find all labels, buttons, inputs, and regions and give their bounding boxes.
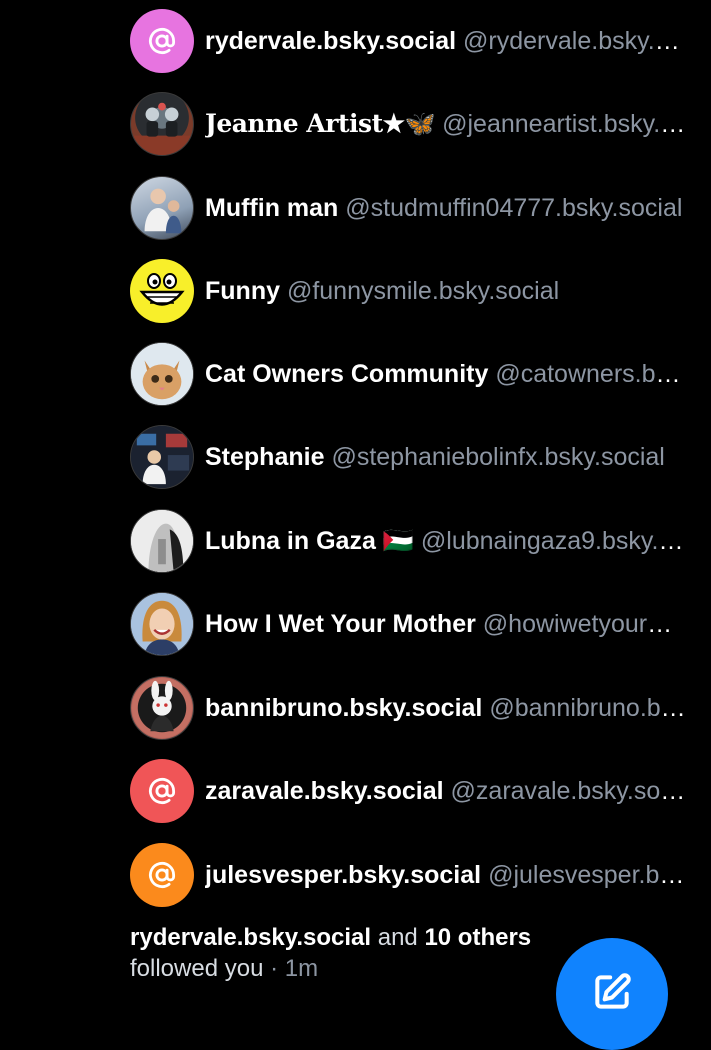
follower-names: Jeanne Artist★🦋 @jeanneartist.bsky.socia… <box>205 108 711 140</box>
display-name: julesvesper.bsky.social <box>205 861 482 889</box>
display-name: How I Wet Your Mother <box>205 610 476 638</box>
summary-time: 1m <box>284 955 319 982</box>
follower-names: Muffin man @studmuffin04777.bsky.social <box>205 192 711 224</box>
follower-row-stephaniebolinfx[interactable]: Stephanie @stephaniebolinfx.bsky.social <box>130 425 711 489</box>
person-photo-icon <box>131 510 193 572</box>
summary-action: followed you <box>130 955 264 982</box>
at-icon <box>148 778 176 804</box>
display-name: rydervale.bsky.social <box>205 27 457 55</box>
summary-joiner: and <box>371 924 425 951</box>
handle: @bannibruno.bsky.social <box>489 694 711 722</box>
avatar[interactable] <box>130 9 194 73</box>
at-icon <box>148 28 176 54</box>
figurines-photo-icon <box>131 102 193 155</box>
follower-row-funnysmile[interactable]: Funny @funnysmile.bsky.social <box>130 259 711 323</box>
handle: @howiwetyourmother.bsky.social <box>482 610 711 638</box>
avatar[interactable] <box>130 259 194 323</box>
follower-names: How I Wet Your Mother @howiwetyourmother… <box>205 608 711 640</box>
follower-row-catowners[interactable]: Cat Owners Community @catowners.bsky.soc… <box>130 342 711 406</box>
follower-names: Stephanie @stephaniebolinfx.bsky.social <box>205 441 711 473</box>
display-name: Stephanie <box>205 443 325 471</box>
follower-row-howiwet[interactable]: How I Wet Your Mother @howiwetyourmother… <box>130 592 711 656</box>
handle: @catowners.bsky.social <box>495 360 711 388</box>
avatar[interactable] <box>130 592 194 656</box>
follower-names: Cat Owners Community @catowners.bsky.soc… <box>205 358 711 390</box>
person-photo-icon <box>131 593 193 655</box>
handle: @studmuffin04777.bsky.social <box>345 194 683 222</box>
avatar[interactable] <box>130 176 194 240</box>
follower-row-bannibruno[interactable]: bannibruno.bsky.social @bannibruno.bsky.… <box>130 676 711 740</box>
avatar[interactable] <box>130 425 194 489</box>
summary-separator: · <box>263 955 285 982</box>
handle: @julesvesper.bsky.social <box>488 861 711 889</box>
handle: @zaravale.bsky.social <box>450 777 698 805</box>
follower-row-studmuffin[interactable]: Muffin man @studmuffin04777.bsky.social <box>130 176 711 240</box>
cat-photo-icon <box>131 343 193 405</box>
handle: @jeanneartist.bsky.social <box>442 110 711 138</box>
handle: @lubnaingaza9.bsky.social <box>420 527 711 555</box>
person-photo-icon <box>144 188 182 234</box>
avatar[interactable] <box>130 342 194 406</box>
summary-others[interactable]: 10 others <box>424 924 531 951</box>
display-name: Lubna in Gaza 🇵🇸 <box>205 527 414 555</box>
display-name: bannibruno.bsky.social <box>205 694 483 722</box>
follower-row-lubnaingaza[interactable]: Lubna in Gaza 🇵🇸 @lubnaingaza9.bsky.soci… <box>130 509 711 573</box>
follower-names: rydervale.bsky.social @rydervale.bsky.so… <box>205 25 711 57</box>
display-name: Jeanne Artist★🦋 <box>205 109 436 138</box>
follower-row-zaravale[interactable]: zaravale.bsky.social @zaravale.bsky.soci… <box>130 759 711 823</box>
avatar[interactable] <box>130 92 194 156</box>
handle: @rydervale.bsky.social <box>463 27 711 55</box>
summary-name[interactable]: rydervale.bsky.social <box>130 924 371 951</box>
follower-names: Funny @funnysmile.bsky.social <box>205 275 711 307</box>
avatar[interactable] <box>130 843 194 907</box>
avatar[interactable] <box>130 509 194 573</box>
handle: @funnysmile.bsky.social <box>286 277 560 305</box>
avatar[interactable] <box>130 676 194 740</box>
follower-names: Lubna in Gaza 🇵🇸 @lubnaingaza9.bsky.soci… <box>205 525 711 557</box>
compose-button[interactable] <box>556 938 668 1050</box>
follower-row-julesvesper[interactable]: julesvesper.bsky.social @julesvesper.bsk… <box>130 843 711 907</box>
smiley-face-icon <box>131 260 193 322</box>
display-name: Funny <box>205 277 280 305</box>
follower-names: bannibruno.bsky.social @bannibruno.bsky.… <box>205 692 711 724</box>
follower-row-rydervale[interactable]: rydervale.bsky.social @rydervale.bsky.so… <box>130 9 711 73</box>
handle: @stephaniebolinfx.bsky.social <box>331 443 665 471</box>
display-name: Cat Owners Community <box>205 360 489 388</box>
avatar[interactable] <box>130 759 194 823</box>
at-icon <box>148 862 176 888</box>
follower-row-jeanneartist[interactable]: Jeanne Artist★🦋 @jeanneartist.bsky.socia… <box>130 92 711 156</box>
compose-icon <box>595 973 631 1009</box>
display-name: Muffin man <box>205 194 339 222</box>
bunny-character-icon <box>131 677 193 739</box>
follower-names: zaravale.bsky.social @zaravale.bsky.soci… <box>205 775 711 807</box>
person-photo-icon <box>131 426 193 488</box>
follower-names: julesvesper.bsky.social @julesvesper.bsk… <box>205 859 711 891</box>
display-name: zaravale.bsky.social <box>205 777 444 805</box>
